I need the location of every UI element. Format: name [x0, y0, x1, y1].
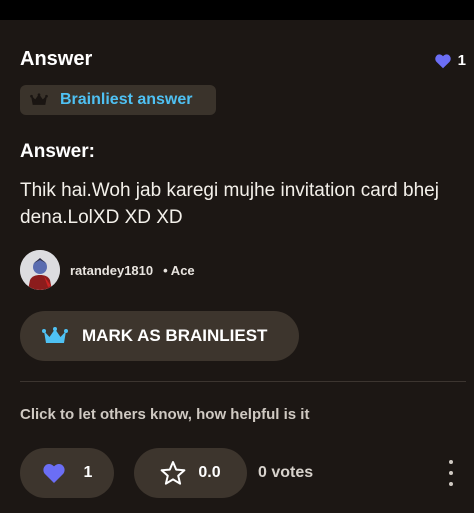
answer-subtitle: Answer: — [20, 141, 95, 162]
answer-heading: Answer — [20, 48, 93, 70]
answer-body: Thik hai.Woh jab karegi mujhe invitation… — [20, 180, 439, 228]
more-dot — [449, 471, 453, 475]
crown-icon — [42, 327, 68, 343]
likes-counter[interactable]: 1 — [434, 52, 466, 69]
heart-icon — [42, 463, 65, 483]
heart-icon — [434, 53, 451, 68]
divider — [20, 381, 466, 382]
thanks-count: 1 — [83, 464, 93, 481]
more-dot — [449, 482, 453, 486]
mark-as-brainliest-label: MARK AS BRAINLIEST — [82, 326, 268, 345]
author-username[interactable]: ratandey1810 — [70, 263, 153, 278]
avatar[interactable] — [20, 250, 60, 290]
rate-button[interactable]: 0.0 — [134, 448, 247, 498]
avatar-image — [20, 250, 60, 290]
top-bar — [0, 0, 474, 20]
more-options-icon[interactable] — [446, 460, 456, 486]
likes-count: 1 — [457, 52, 466, 69]
crown-icon — [30, 93, 48, 105]
helpful-prompt: Click to let others know, how helpful is… — [20, 406, 310, 423]
mark-as-brainliest-button[interactable]: MARK AS BRAINLIEST — [20, 311, 299, 361]
author-row[interactable]: ratandey1810 • Ace — [20, 250, 195, 290]
author-rank: • Ace — [163, 262, 195, 278]
star-icon — [160, 461, 186, 485]
brainliest-badge-label: Brainliest answer — [60, 91, 193, 108]
more-dot — [449, 460, 453, 464]
brainliest-badge: Brainliest answer — [20, 85, 216, 115]
votes-count: 0 votes — [258, 464, 314, 481]
thanks-button[interactable]: 1 — [20, 448, 114, 498]
rating-value: 0.0 — [198, 464, 221, 481]
